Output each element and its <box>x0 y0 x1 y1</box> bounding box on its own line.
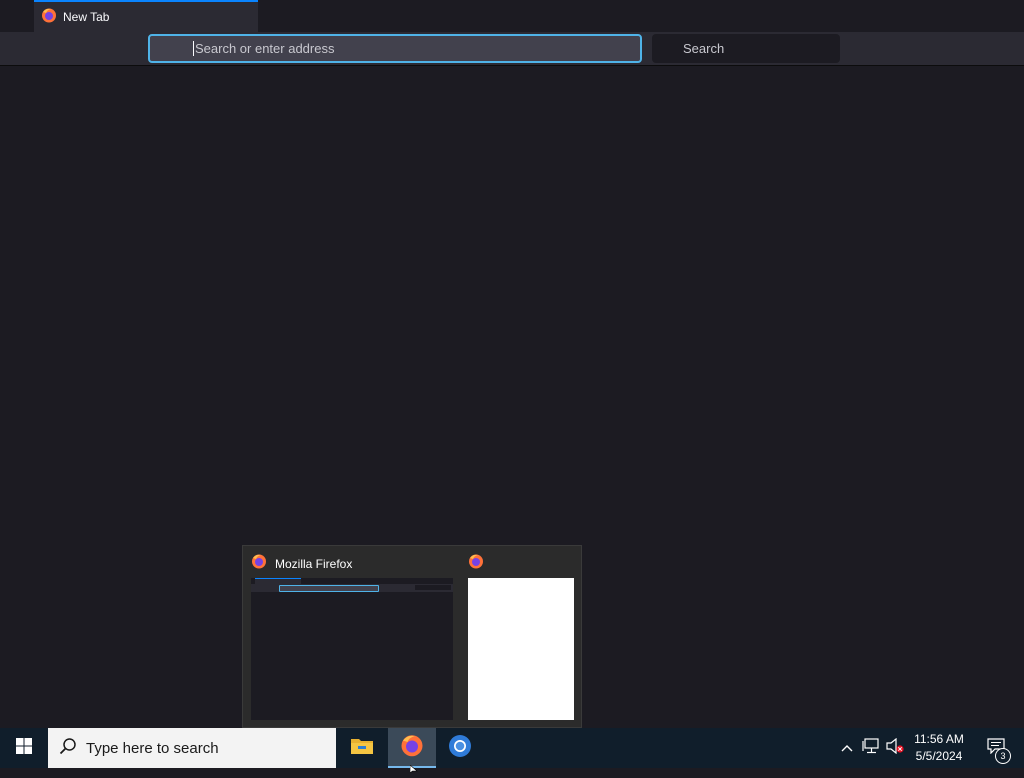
search-bar-placeholder: Search <box>683 41 725 56</box>
windows-logo-icon <box>16 737 32 759</box>
network-button[interactable] <box>860 728 882 768</box>
preview-window-1-header[interactable]: Mozilla Firefox <box>251 553 352 574</box>
mini-address-bar <box>279 585 379 592</box>
mouse-pointer-icon <box>409 760 418 778</box>
taskbar-search-box[interactable]: Type here to search <box>48 728 336 768</box>
network-icon <box>862 737 880 759</box>
preview-thumbnail-2[interactable] <box>468 578 574 720</box>
search-icon <box>59 737 77 760</box>
address-bar[interactable]: Search or enter address <box>148 34 642 63</box>
taskbar-app-chromium[interactable] <box>436 728 484 768</box>
address-bar-placeholder: Search or enter address <box>195 41 335 56</box>
firefox-icon <box>41 7 57 28</box>
mini-search-bar <box>415 585 451 590</box>
show-hidden-icons-button[interactable] <box>838 728 856 768</box>
action-center-button[interactable]: 3 <box>976 728 1016 768</box>
folder-icon <box>350 736 374 761</box>
start-button[interactable] <box>0 728 48 768</box>
preview-window-title: Mozilla Firefox <box>275 556 353 571</box>
firefox-icon <box>400 733 424 762</box>
volume-muted-icon <box>885 737 905 759</box>
tab-new-tab[interactable]: New Tab <box>34 0 258 32</box>
clock-date: 5/5/2024 <box>915 749 963 763</box>
chevron-up-icon <box>841 739 853 757</box>
taskbar-thumbnail-preview: Mozilla Firefox <box>242 545 582 728</box>
notification-count-badge: 3 <box>995 747 1011 764</box>
tab-strip: New Tab <box>0 0 1024 32</box>
text-caret <box>193 41 194 56</box>
notification-icon: 3 <box>987 737 1011 764</box>
firefox-icon <box>251 553 267 574</box>
taskbar-search-placeholder: Type here to search <box>86 739 219 757</box>
navigation-toolbar: Search or enter address Search <box>0 32 1024 66</box>
search-bar[interactable]: Search <box>652 34 840 63</box>
taskbar: Type here to search 11:56 AM 5/5/2024 3 <box>0 728 1024 768</box>
volume-button[interactable] <box>884 728 906 768</box>
tab-title: New Tab <box>63 10 110 24</box>
firefox-icon <box>468 553 484 574</box>
taskbar-app-file-explorer[interactable] <box>338 728 386 768</box>
taskbar-clock[interactable]: 11:56 AM 5/5/2024 <box>908 731 970 765</box>
preview-thumbnail-1[interactable] <box>251 578 453 720</box>
preview-window-2-header[interactable] <box>468 553 492 574</box>
chromium-icon <box>448 734 472 763</box>
clock-time: 11:56 AM <box>914 732 964 746</box>
